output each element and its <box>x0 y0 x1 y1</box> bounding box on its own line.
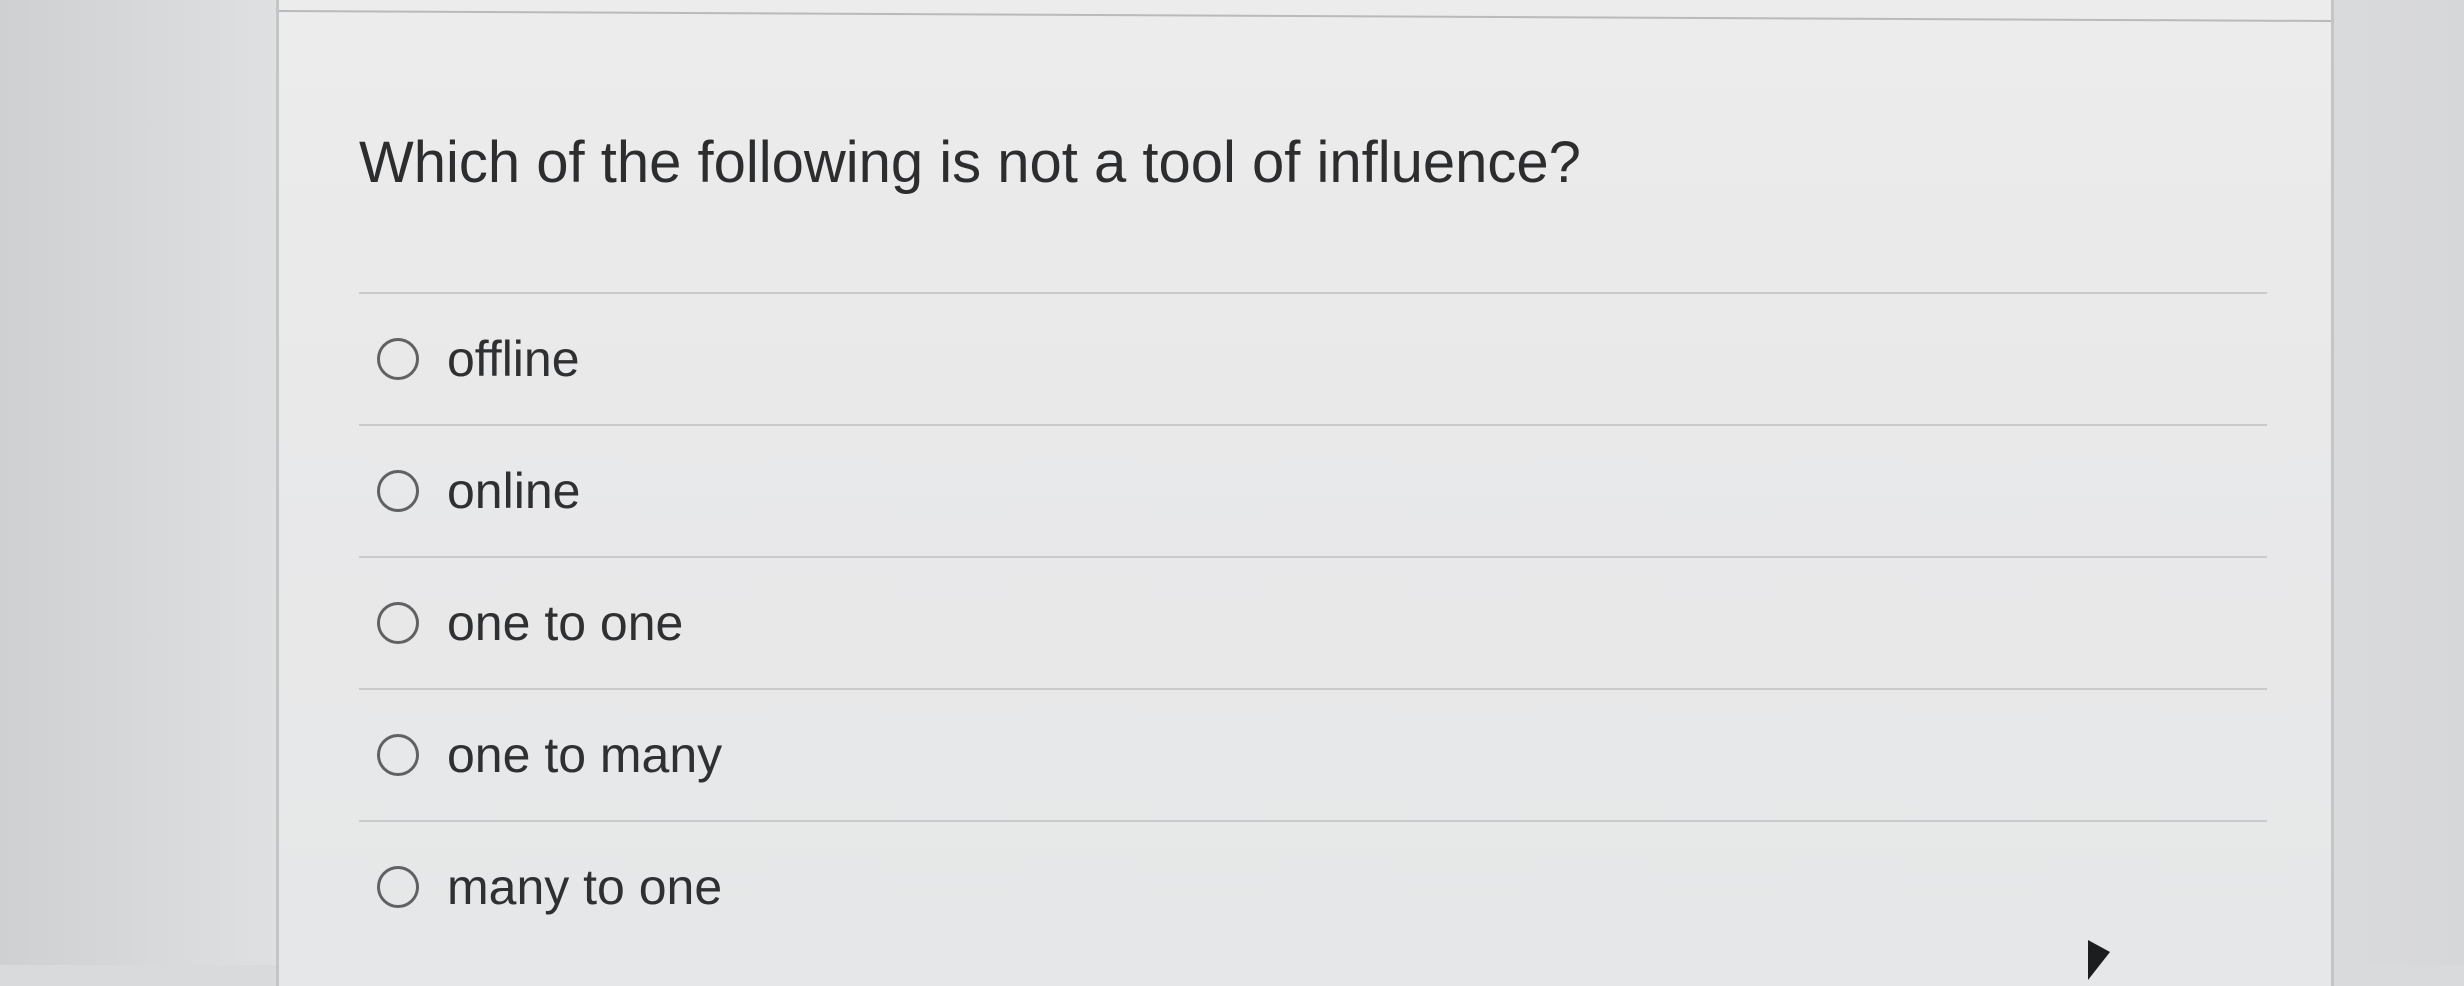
option-label[interactable]: one to many <box>447 725 722 785</box>
answer-option-offline[interactable]: offline <box>359 292 2267 424</box>
radio-button[interactable] <box>377 470 419 512</box>
option-label[interactable]: online <box>447 461 580 521</box>
mouse-cursor-icon <box>2088 940 2110 980</box>
radio-button[interactable] <box>377 866 419 908</box>
radio-button[interactable] <box>377 338 419 380</box>
answer-options-list: offline online one to one one to many ma… <box>359 292 2267 952</box>
question-text: Which of the following is not a tool of … <box>359 130 1581 195</box>
option-label[interactable]: offline <box>447 329 580 389</box>
option-label[interactable]: many to one <box>447 857 722 917</box>
quiz-question-card: Which of the following is not a tool of … <box>276 0 2334 986</box>
answer-option-one-to-many[interactable]: one to many <box>359 688 2267 820</box>
answer-option-many-to-one[interactable]: many to one <box>359 820 2267 952</box>
answer-option-online[interactable]: online <box>359 424 2267 556</box>
option-label[interactable]: one to one <box>447 593 683 653</box>
answer-option-one-to-one[interactable]: one to one <box>359 556 2267 688</box>
card-top-divider <box>278 10 2331 23</box>
radio-button[interactable] <box>377 734 419 776</box>
radio-button[interactable] <box>377 602 419 644</box>
